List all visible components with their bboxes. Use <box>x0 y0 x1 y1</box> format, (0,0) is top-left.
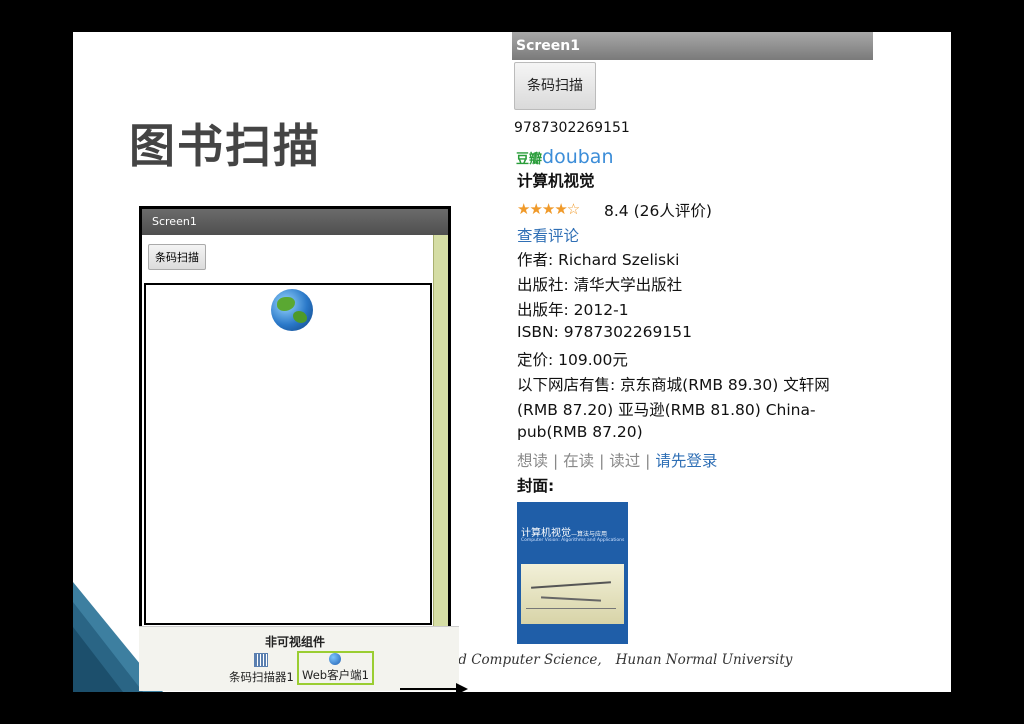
cover-label: 封面: <box>517 477 555 495</box>
douban-cn: 豆瓣 <box>516 152 543 167</box>
designer-phone: Screen1 条码扫描 <box>139 206 451 626</box>
price: 定价: 109.00元 <box>517 351 628 369</box>
arrow-icon <box>456 683 468 695</box>
app-phone: Screen1 条码扫描 9787302269151 豆瓣douban 计算机视… <box>512 32 873 652</box>
footer-right: Hunan Normal University <box>615 652 793 668</box>
arrow-line <box>400 688 458 690</box>
barcode-text: 9787302269151 <box>514 120 630 136</box>
douban-logo: 豆瓣douban <box>516 146 614 168</box>
screen-title-bar: Screen1 <box>512 32 873 60</box>
nonvisible-title: 非可视组件 <box>264 635 325 649</box>
barcode-icon <box>254 653 269 667</box>
barcode-scanner-component[interactable]: 条码扫描器1 <box>229 653 294 685</box>
reading-link[interactable]: 在读 <box>563 452 594 470</box>
scroll-strip <box>433 235 448 626</box>
screen-title-bar: Screen1 <box>142 209 448 235</box>
book-title: 计算机视觉 <box>517 172 595 190</box>
web-icon <box>329 653 342 665</box>
want-read-link[interactable]: 想读 <box>517 452 548 470</box>
rating-text: 8.4 (26人评价) <box>604 202 712 220</box>
douban-en: douban <box>542 146 614 168</box>
stores-line: pub(RMB 87.20) <box>517 423 643 441</box>
component-label: Web客户端1 <box>302 668 369 682</box>
publisher: 出版社: 清华大学出版社 <box>517 276 683 294</box>
slide-title: 图书扫描 <box>129 119 321 173</box>
stores-line: 以下网店有售: 京东商城(RMB 89.30) 文轩网 <box>517 376 830 394</box>
cover-en-title: Computer Vision: Algorithms and Applicat… <box>521 538 625 543</box>
isbn: ISBN: 9787302269151 <box>517 323 692 341</box>
read-link[interactable]: 读过 <box>609 452 640 470</box>
barcode-scan-button[interactable]: 条码扫描 <box>148 244 206 270</box>
barcode-scan-button[interactable]: 条码扫描 <box>514 62 596 110</box>
pub-year: 出版年: 2012-1 <box>517 301 629 319</box>
view-reviews-link[interactable]: 查看评论 <box>517 224 579 246</box>
reading-status-bar: 想读 | 在读 | 读过 | 请先登录 <box>517 452 718 470</box>
webviewer[interactable] <box>144 283 432 625</box>
book-cover-image: 计算机视觉—算法与应用 Computer Vision: Algorithms … <box>517 502 628 644</box>
nonvisible-components-panel: 非可视组件 条码扫描器1 Web客户端1 <box>139 626 459 691</box>
rating-stars: ★★★★☆ <box>517 200 580 218</box>
globe-icon <box>271 289 313 331</box>
login-link[interactable]: 请先登录 <box>655 452 717 470</box>
web-client-component[interactable]: Web客户端1 <box>297 651 374 685</box>
footer: tics and Computer Science, Hunan Normal U… <box>413 652 792 668</box>
cover-title: 计算机视觉—算法与应用 <box>521 528 608 539</box>
component-label: 条码扫描器1 <box>229 670 294 684</box>
cover-sketch <box>521 564 624 624</box>
stores-line: (RMB 87.20) 亚马逊(RMB 81.80) China- <box>517 401 816 419</box>
author: 作者: Richard Szeliski <box>517 251 680 269</box>
